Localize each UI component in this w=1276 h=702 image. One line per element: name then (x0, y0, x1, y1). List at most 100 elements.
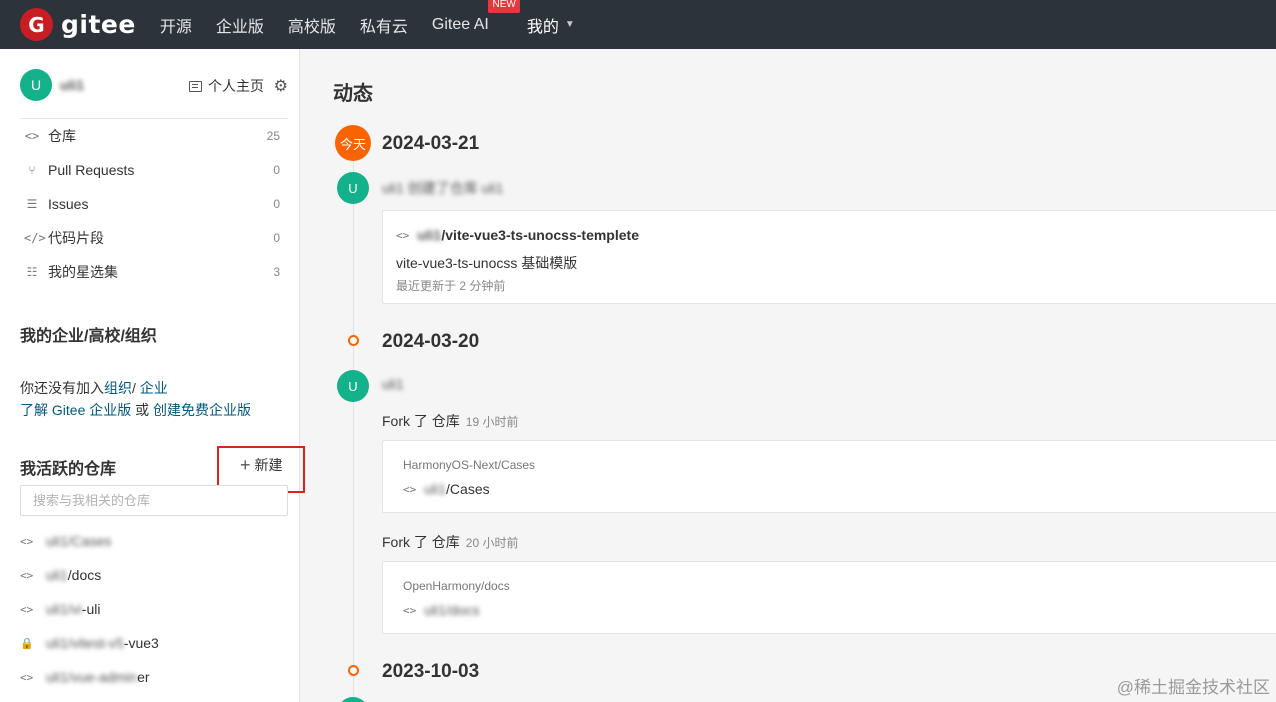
sidebar-item-repos[interactable]: <> 仓库 25 (20, 119, 288, 153)
sidebar-item-collections[interactable]: ☷ 我的星选集 3 (20, 255, 288, 289)
fork-event-text: Fork 了 仓库 (382, 413, 460, 429)
code-icon: <> (396, 228, 410, 242)
repo-owner: uli1/docs (424, 602, 480, 618)
repo-name: er (137, 669, 150, 685)
sidebar-menu: <> 仓库 25 ⑂ Pull Requests 0 ☰ Issues 0 </… (20, 118, 288, 289)
code-icon: <> (20, 534, 34, 548)
homepage-icon (189, 80, 202, 92)
sidebar-item-pull-requests[interactable]: ⑂ Pull Requests 0 (20, 153, 288, 187)
avatar[interactable] (337, 697, 369, 702)
fork-card[interactable]: HarmonyOS-Next/Cases <> uli1/Cases (382, 440, 1276, 513)
forked-repo[interactable]: <> uli1/docs (403, 602, 480, 618)
repo-name: /docs (67, 567, 102, 583)
snippet-icon: </> (24, 231, 46, 245)
fork-event-time: 20 小时前 (465, 536, 519, 550)
code-icon: <> (20, 670, 34, 684)
personal-homepage-link[interactable]: 个人主页 (189, 76, 264, 96)
nav-private-cloud[interactable]: 私有云 (360, 13, 408, 37)
repo-owner: uli1 (46, 567, 68, 583)
count-badge: 0 (273, 231, 280, 245)
repo-name: -vue3 (123, 635, 159, 651)
code-icon: <> (20, 602, 34, 616)
avatar[interactable]: U (337, 172, 369, 204)
create-enterprise-link[interactable]: 创建免费企业版 (153, 402, 251, 418)
active-repos-title: 我活跃的仓库 (20, 461, 117, 478)
repo-search-input[interactable] (20, 485, 288, 516)
card-description: vite-vue3-ts-unocss 基础模版 (396, 255, 578, 271)
repo-owner: uli1 (424, 481, 447, 497)
nav-gitee-ai[interactable]: Gitee AI NEW (432, 0, 520, 34)
sidebar-item-issues[interactable]: ☰ Issues 0 (20, 187, 288, 221)
feed-event-text[interactable]: uli1 创建了仓库 uli1 (382, 178, 503, 198)
top-navbar: G gitee 开源 企业版 高校版 私有云 Gitee AI NEW 我的 ▼ (0, 0, 1276, 49)
fork-card[interactable]: OpenHarmony/docs <> uli1/docs (382, 561, 1276, 634)
count-badge: 0 (273, 197, 280, 211)
nav-open-source[interactable]: 开源 (160, 13, 192, 37)
homepage-label: 个人主页 (208, 78, 264, 94)
nav-mine-dropdown[interactable]: 我的 ▼ (527, 13, 575, 37)
avatar[interactable]: U (20, 69, 52, 101)
sidebar-item-label: Pull Requests (48, 162, 135, 178)
nav-enterprise[interactable]: 企业版 (216, 13, 264, 37)
sidebar-item-label: 仓库 (48, 128, 76, 144)
enterprise-link[interactable]: 企业 (140, 380, 168, 396)
org-link[interactable]: 组织 (104, 380, 132, 396)
repo-owner: uli1/Cases (46, 533, 112, 549)
nav-education[interactable]: 高校版 (288, 13, 336, 37)
fork-event: Fork 了 仓库 20 小时前 (382, 532, 518, 552)
gitee-logo[interactable]: G gitee (20, 8, 136, 41)
list-item[interactable]: <> uli1/vi -uli (20, 592, 288, 626)
org-separator: / (132, 380, 140, 396)
feed-user-name[interactable]: uli1 (382, 376, 404, 392)
logo-badge: G (20, 8, 53, 41)
sidebar-item-label: 我的星选集 (48, 264, 118, 280)
count-badge: 3 (273, 265, 280, 279)
new-badge: NEW (488, 0, 520, 13)
fork-event-time: 19 小时前 (465, 415, 519, 429)
list-item[interactable]: <> uli1/Cases (20, 524, 288, 558)
forked-repo[interactable]: <> uli1/Cases (403, 481, 490, 497)
repo-owner: uli1/vue-admin (46, 669, 138, 685)
fork-event-text: Fork 了 仓库 (382, 534, 460, 550)
code-icon: <> (403, 603, 417, 617)
feed-date: 2024-03-21 (382, 133, 480, 154)
repo-card[interactable]: <> uli1/vite-vue3-ts-unocss-templete vit… (382, 210, 1276, 304)
repo-owner: uli1 (417, 227, 442, 243)
list-item[interactable]: <> uli1/vue-admin er (20, 660, 288, 694)
feed-date: 2024-03-20 (382, 331, 480, 352)
chevron-down-icon: ▼ (564, 19, 575, 30)
fork-source[interactable]: OpenHarmony/docs (403, 579, 510, 593)
count-badge: 0 (273, 163, 280, 177)
activity-feed: 动态 今天 2024-03-21 U uli1 创建了仓库 uli1 <> ul… (301, 49, 1276, 702)
sidebar-item-label: 代码片段 (48, 230, 104, 246)
code-icon: <> (20, 568, 34, 582)
count-badge: 25 (266, 129, 280, 143)
learn-enterprise-link[interactable]: 了解 Gitee 企业版 (20, 402, 131, 418)
list-item[interactable]: 🔒 uli1/vitest-v5 -vue3 (20, 626, 288, 660)
org-section-title: 我的企业/高校/组织 (20, 328, 157, 345)
sidebar-item-snippets[interactable]: </> 代码片段 0 (20, 221, 288, 255)
feed-date: 2023-10-03 (382, 661, 480, 682)
timeline-line (353, 156, 354, 702)
pull-request-icon: ⑂ (28, 163, 36, 177)
fork-source[interactable]: HarmonyOS-Next/Cases (403, 458, 535, 472)
collection-icon: ☷ (26, 265, 38, 279)
card-repo-title[interactable]: <> uli1/vite-vue3-ts-unocss-templete (396, 227, 639, 243)
username[interactable]: uli1 (60, 77, 84, 93)
sidebar-item-label: Issues (48, 196, 89, 212)
list-item[interactable]: <> uli1/docs (20, 558, 288, 592)
lock-icon: 🔒 (20, 636, 34, 650)
gear-icon[interactable]: ⚙ (274, 76, 288, 96)
main-nav: 开源 企业版 高校版 私有云 Gitee AI NEW 我的 ▼ (160, 0, 575, 37)
org-line2-mid: 或 (131, 402, 154, 418)
repo-owner: uli1/vitest-v5 (46, 635, 124, 651)
nav-mine-label: 我的 (526, 18, 559, 36)
code-icon: <> (24, 129, 40, 143)
repo-owner: uli1/vi (46, 601, 82, 617)
profile-header: U uli1 个人主页 ⚙ (20, 69, 290, 101)
today-badge: 今天 (335, 125, 371, 161)
code-icon: <> (403, 482, 417, 496)
avatar[interactable]: U (337, 370, 369, 402)
repo-name: -uli (81, 601, 101, 617)
active-repo-list: <> uli1/Cases <> uli1/docs <> uli1/vi -ul… (20, 524, 288, 694)
